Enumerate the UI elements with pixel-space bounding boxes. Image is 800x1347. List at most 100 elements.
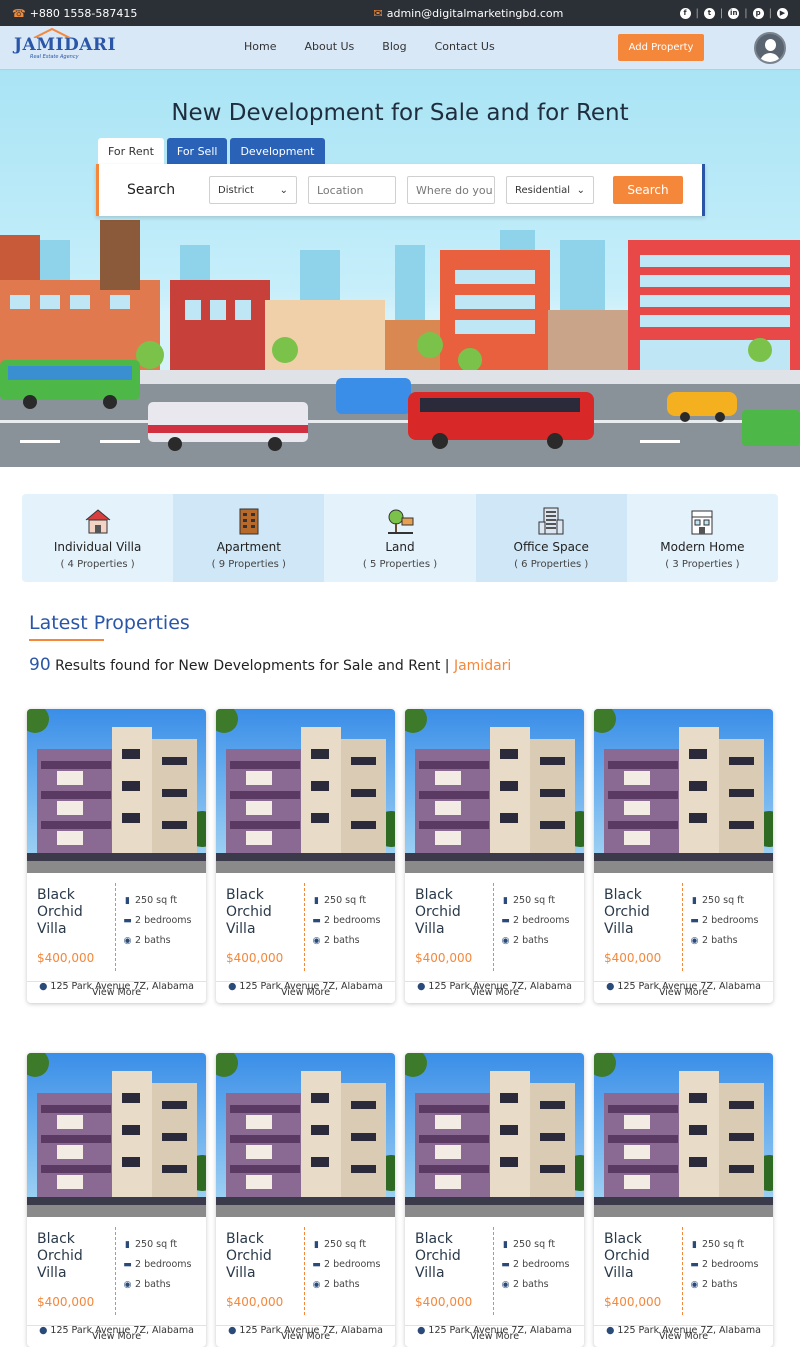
- tab-for-sell[interactable]: For Sell: [166, 138, 228, 164]
- property-card[interactable]: Black Orchid Villa $400,000 ▮ 250 sq ft ▬…: [405, 1053, 584, 1347]
- results-brand: Jamidari: [453, 658, 512, 674]
- bookmark-icon: ▮: [314, 1239, 319, 1250]
- search-button[interactable]: Search: [613, 176, 683, 204]
- bed-icon: ▬: [312, 915, 321, 926]
- where-input[interactable]: Where do you: [407, 176, 495, 204]
- view-more-button[interactable]: View More: [594, 981, 773, 1003]
- water-drop-icon: ◉: [123, 935, 132, 946]
- property-card[interactable]: Black Orchid Villa $400,000 ▮ 250 sq ft ▬…: [216, 709, 395, 1003]
- category-count: ( 4 Properties ): [60, 559, 135, 570]
- main-navbar: JAMIDARI Real Estate Agency Home About U…: [0, 26, 800, 70]
- bookmark-icon: ▮: [125, 895, 130, 906]
- area-value: 250 sq ft: [135, 1239, 178, 1250]
- property-title[interactable]: Black Orchid Villa: [37, 1231, 115, 1282]
- property-title[interactable]: Black Orchid Villa: [415, 887, 493, 938]
- category-name: Office Space: [513, 540, 589, 554]
- property-price: $400,000: [604, 951, 662, 965]
- area-value: 250 sq ft: [702, 895, 745, 906]
- view-more-button[interactable]: View More: [27, 981, 206, 1003]
- bookmark-icon: ▮: [314, 895, 319, 906]
- tab-for-rent[interactable]: For Rent: [98, 138, 164, 164]
- twitter-icon[interactable]: t: [703, 7, 715, 19]
- bed-icon: ▬: [123, 1259, 132, 1270]
- area-value: 250 sq ft: [324, 1239, 367, 1250]
- district-select[interactable]: District ⌄: [209, 176, 297, 204]
- view-more-button[interactable]: View More: [405, 1325, 584, 1347]
- view-more-button[interactable]: View More: [405, 981, 584, 1003]
- facebook-icon[interactable]: f: [679, 7, 691, 19]
- view-more-button[interactable]: View More: [27, 1325, 206, 1347]
- property-card[interactable]: Black Orchid Villa $400,000 ▮ 250 sq ft ▬…: [216, 1053, 395, 1347]
- bedrooms-value: 2 bedrooms: [513, 1259, 570, 1270]
- property-image: [594, 1053, 773, 1217]
- category-apartment[interactable]: Apartment ( 9 Properties ): [173, 494, 325, 582]
- bed-icon: ▬: [690, 1259, 699, 1270]
- property-card[interactable]: Black Orchid Villa $400,000 ▮ 250 sq ft ▬…: [27, 709, 206, 1003]
- tab-development[interactable]: Development: [230, 138, 325, 164]
- property-title[interactable]: Black Orchid Villa: [37, 887, 115, 938]
- category-land[interactable]: Land ( 5 Properties ): [324, 494, 475, 582]
- property-price: $400,000: [37, 1295, 95, 1309]
- property-card[interactable]: Black Orchid Villa $400,000 ▮ 250 sq ft ▬…: [594, 1053, 773, 1347]
- bookmark-icon: ▮: [125, 1239, 130, 1250]
- property-title[interactable]: Black Orchid Villa: [226, 887, 304, 938]
- nav-home[interactable]: Home: [244, 40, 276, 53]
- property-title[interactable]: Black Orchid Villa: [604, 887, 682, 938]
- bed-icon: ▬: [690, 915, 699, 926]
- property-card[interactable]: Black Orchid Villa $400,000 ▮ 250 sq ft ▬…: [405, 709, 584, 1003]
- view-more-button[interactable]: View More: [216, 1325, 395, 1347]
- bed-icon: ▬: [123, 915, 132, 926]
- property-card[interactable]: Black Orchid Villa $400,000 ▮ 250 sq ft ▬…: [594, 709, 773, 1003]
- bedrooms-value: 2 bedrooms: [135, 1259, 192, 1270]
- category-office-space[interactable]: Office Space ( 6 Properties ): [475, 494, 627, 582]
- phone-contact[interactable]: ☎ +880 1558-587415: [12, 7, 137, 20]
- youtube-icon[interactable]: ▶: [777, 7, 788, 19]
- property-card[interactable]: Black Orchid Villa $400,000 ▮ 250 sq ft ▬…: [27, 1053, 206, 1347]
- divider: [115, 1227, 116, 1315]
- nav-about-us[interactable]: About Us: [304, 40, 354, 53]
- results-count: 90: [29, 655, 51, 675]
- baths-value: 2 baths: [702, 1279, 738, 1290]
- user-avatar[interactable]: [754, 32, 786, 64]
- category-name: Land: [385, 540, 415, 554]
- category-name: Modern Home: [660, 540, 745, 554]
- property-title[interactable]: Black Orchid Villa: [415, 1231, 493, 1282]
- apartment-icon: [239, 508, 259, 535]
- view-more-button[interactable]: View More: [594, 1325, 773, 1347]
- chevron-down-icon: ⌄: [279, 184, 288, 196]
- area-value: 250 sq ft: [324, 895, 367, 906]
- baths-value: 2 baths: [135, 1279, 171, 1290]
- property-features: ▮ 250 sq ft ▬ 2 bedrooms ◉ 2 baths: [123, 1235, 192, 1295]
- category-modern-home[interactable]: Modern Home ( 3 Properties ): [627, 494, 778, 582]
- nav-contact-us[interactable]: Contact Us: [435, 40, 495, 53]
- search-tabs: For Rent For Sell Development: [98, 138, 325, 164]
- results-text: Results found for New Developments for S…: [50, 658, 454, 674]
- location-input[interactable]: Location: [308, 176, 396, 204]
- property-title[interactable]: Black Orchid Villa: [226, 1231, 304, 1282]
- property-title[interactable]: Black Orchid Villa: [604, 1231, 682, 1282]
- add-property-button[interactable]: Add Property: [618, 34, 704, 61]
- baths-value: 2 baths: [135, 935, 171, 946]
- hero-title: New Development for Sale and for Rent: [171, 100, 629, 126]
- property-type-select[interactable]: Residential ⌄: [506, 176, 594, 204]
- top-bar: ☎ +880 1558-587415 ✉ admin@digitalmarket…: [0, 0, 800, 26]
- nav-blog[interactable]: Blog: [382, 40, 406, 53]
- results-summary: 90 Results found for New Developments fo…: [29, 655, 511, 675]
- bedrooms-value: 2 bedrooms: [513, 915, 570, 926]
- bedrooms-value: 2 bedrooms: [324, 1259, 381, 1270]
- category-individual-villa[interactable]: Individual Villa ( 4 Properties ): [22, 494, 173, 582]
- email-contact[interactable]: ✉ admin@digitalmarketingbd.com: [374, 7, 564, 20]
- water-drop-icon: ◉: [312, 935, 321, 946]
- category-count: ( 9 Properties ): [211, 559, 286, 570]
- phone-number: +880 1558-587415: [29, 6, 138, 20]
- divider: [304, 883, 305, 971]
- water-drop-icon: ◉: [501, 935, 510, 946]
- villa-icon: [85, 509, 110, 534]
- baths-value: 2 baths: [324, 1279, 360, 1290]
- linkedin-icon[interactable]: in: [728, 7, 740, 19]
- property-price: $400,000: [226, 951, 284, 965]
- search-label: Search: [127, 182, 176, 198]
- site-logo[interactable]: JAMIDARI Real Estate Agency: [14, 27, 116, 60]
- pinterest-icon[interactable]: p: [752, 7, 764, 19]
- view-more-button[interactable]: View More: [216, 981, 395, 1003]
